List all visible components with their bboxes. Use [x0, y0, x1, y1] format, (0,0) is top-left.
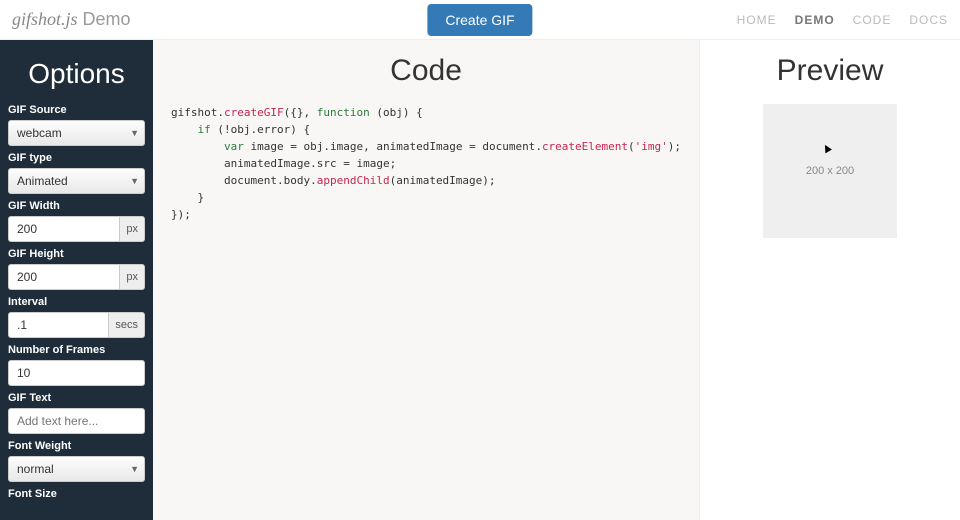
- nav-code[interactable]: CODE: [853, 13, 892, 27]
- preview-placeholder: 200 x 200: [763, 104, 897, 238]
- nav-home[interactable]: HOME: [737, 13, 777, 27]
- interval-unit: secs: [109, 312, 145, 338]
- gif-type-select-wrap[interactable]: Animated ▼: [8, 168, 145, 194]
- gif-height-input[interactable]: [8, 264, 120, 290]
- nav-demo[interactable]: DEMO: [795, 13, 835, 27]
- gif-type-select[interactable]: Animated: [8, 168, 145, 194]
- font-weight-select[interactable]: normal: [8, 456, 145, 482]
- num-frames-label: Number of Frames: [8, 344, 145, 356]
- nav: HOME DEMO CODE DOCS: [737, 13, 948, 27]
- gif-text-input[interactable]: [8, 408, 145, 434]
- brand-name: gifshot.js: [12, 9, 78, 29]
- preview-placeholder-text: 200 x 200: [806, 165, 854, 177]
- font-weight-select-wrap[interactable]: normal ▼: [8, 456, 145, 482]
- gif-width-group: px: [8, 216, 145, 242]
- gif-height-label: GIF Height: [8, 248, 145, 260]
- create-gif-button[interactable]: Create GIF: [427, 4, 532, 36]
- gif-source-label: GIF Source: [8, 104, 145, 116]
- gif-width-label: GIF Width: [8, 200, 145, 212]
- header-center: Create GIF: [427, 4, 532, 36]
- main: Options GIF Source webcam ▼ GIF type Ani…: [0, 40, 960, 520]
- gif-source-select-wrap[interactable]: webcam ▼: [8, 120, 145, 146]
- sidebar: Options GIF Source webcam ▼ GIF type Ani…: [0, 40, 153, 520]
- preview-panel: Preview 200 x 200 ▲: [700, 40, 960, 520]
- code-block: gifshot.createGIF({}, function (obj) { i…: [171, 104, 681, 223]
- gif-height-group: px: [8, 264, 145, 290]
- interval-label: Interval: [8, 296, 145, 308]
- interval-group: secs: [8, 312, 145, 338]
- gif-text-label: GIF Text: [8, 392, 145, 404]
- interval-input[interactable]: [8, 312, 109, 338]
- preview-title: Preview: [718, 54, 942, 88]
- sidebar-title: Options: [8, 58, 145, 90]
- gif-width-unit: px: [120, 216, 145, 242]
- gif-type-label: GIF type: [8, 152, 145, 164]
- num-frames-input[interactable]: [8, 360, 145, 386]
- code-panel: Code gifshot.createGIF({}, function (obj…: [153, 40, 700, 520]
- header: gifshot.js Demo Create GIF HOME DEMO COD…: [0, 0, 960, 40]
- brand: gifshot.js Demo: [12, 9, 131, 30]
- font-weight-label: Font Weight: [8, 440, 145, 452]
- code-title: Code: [171, 54, 681, 88]
- gif-width-input[interactable]: [8, 216, 120, 242]
- font-size-label: Font Size: [8, 488, 145, 500]
- brand-suffix: Demo: [83, 9, 131, 29]
- nav-docs[interactable]: DOCS: [909, 13, 948, 27]
- gif-source-select[interactable]: webcam: [8, 120, 145, 146]
- gif-height-unit: px: [120, 264, 145, 290]
